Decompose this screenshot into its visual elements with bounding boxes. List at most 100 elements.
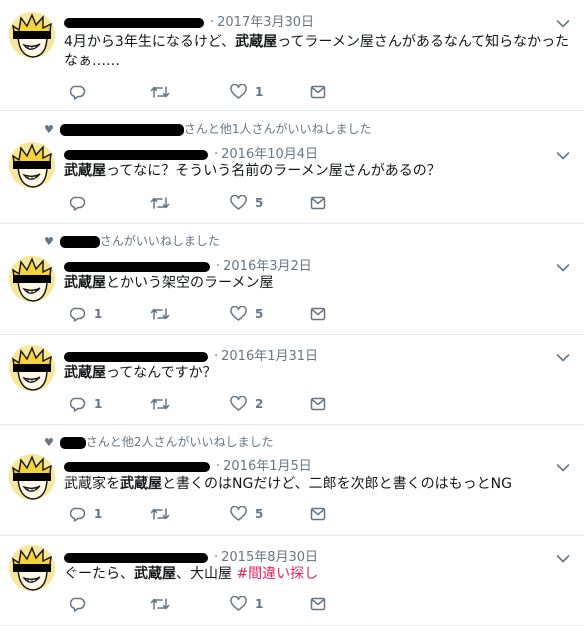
tweet-date[interactable]: 2016年1月5日 — [223, 459, 312, 474]
direct-message-button[interactable] — [310, 395, 326, 413]
chevron-down-icon[interactable] — [556, 348, 570, 362]
tweet-actions: 15 — [64, 305, 344, 323]
direct-message-button[interactable] — [310, 305, 326, 323]
tweet[interactable]: · 2016年1月31日 武蔵屋ってなんですか？ 1 2 — [0, 335, 584, 425]
redacted-user-name[interactable] — [64, 351, 208, 362]
like-button[interactable]: 5 — [230, 505, 263, 523]
retweet-button[interactable] — [150, 194, 170, 212]
highlighted-keyword: 武蔵屋 — [64, 163, 106, 179]
reply-icon — [70, 306, 86, 322]
direct-message-button[interactable] — [310, 505, 326, 523]
retweet-button[interactable] — [150, 395, 170, 413]
reply-button[interactable]: 1 — [70, 305, 102, 323]
redacted-user-name[interactable] — [64, 552, 208, 563]
reply-button[interactable] — [70, 595, 94, 613]
heart-icon — [230, 195, 247, 211]
redacted-user-name[interactable] — [64, 149, 208, 160]
direct-message-button[interactable] — [310, 83, 326, 101]
chevron-down-icon[interactable] — [556, 549, 570, 563]
like-button[interactable]: 5 — [230, 305, 263, 323]
like-button[interactable]: 1 — [230, 83, 263, 101]
chevron-down-icon[interactable] — [556, 14, 570, 28]
tweet[interactable]: ♥ さんと他1人さんがいいねしました · 2016年10月4日 武蔵屋ってなに？そういう… — [0, 111, 584, 224]
retweet-button[interactable] — [150, 595, 170, 613]
avatar[interactable] — [9, 142, 55, 188]
like-button[interactable]: 1 — [230, 595, 263, 613]
chevron-down-icon[interactable] — [556, 258, 570, 272]
redacted-user-name[interactable] — [64, 17, 204, 28]
tweet-header: · 2016年10月4日 — [64, 143, 318, 162]
retweet-icon — [150, 506, 170, 522]
reply-icon — [70, 506, 86, 522]
redacted-user-name[interactable] — [64, 461, 210, 472]
tweet-date[interactable]: 2016年3月2日 — [223, 259, 312, 274]
reply-button[interactable]: 1 — [70, 395, 102, 413]
reply-button[interactable]: 1 — [70, 505, 102, 523]
hashtag-link[interactable]: #間違い探し — [236, 566, 318, 582]
reply_count: 1 — [94, 397, 103, 411]
liked-heart-icon: ♥ — [44, 123, 54, 136]
tweet-header: · 2016年3月2日 — [64, 255, 312, 274]
like-button[interactable]: 2 — [230, 395, 263, 413]
retweet-icon — [150, 195, 170, 211]
retweet-icon — [150, 306, 170, 322]
tweet-text-segment: ってなに？そういう名前のラーメン屋さんがあるの？ — [106, 163, 441, 179]
separator-dot: · — [214, 147, 219, 162]
retweet-button[interactable] — [150, 305, 170, 323]
direct-message-button[interactable] — [310, 595, 326, 613]
tweet[interactable]: ♥ さんがいいねしました · 2016年3月2日 武蔵屋とかいう架空のラーメン屋 1 5 — [0, 224, 584, 335]
direct-message-button[interactable] — [310, 194, 326, 212]
tweet-date[interactable]: 2017年3月30日 — [217, 15, 314, 30]
reply-icon — [70, 396, 86, 412]
tweet-text-segment: 4月から3年生になるけど、 — [64, 34, 236, 50]
tweet-text: 武蔵家を武蔵屋と書くのはNGだけど、二郎を次郎と書くのはもっとNG — [64, 475, 574, 494]
avatar[interactable] — [9, 454, 55, 500]
tweet-date[interactable]: 2015年8月30日 — [221, 550, 318, 565]
avatar[interactable] — [9, 256, 55, 302]
tweet-text-segment: 武蔵家を — [64, 476, 120, 492]
redacted-user-name[interactable] — [64, 261, 210, 272]
like-context: ♥ さんと他1人さんがいいねしました — [44, 120, 372, 137]
retweet-icon — [150, 84, 170, 100]
separator-dot: · — [216, 259, 221, 274]
tweet-header: · 2016年1月31日 — [64, 345, 318, 364]
tweet[interactable]: · 2017年3月30日 4月から3年生になるけど、武蔵屋ってラーメン屋さんがあるな… — [0, 0, 584, 111]
tweet-actions: 15 — [64, 505, 344, 523]
like_count: 5 — [255, 307, 264, 321]
heart-icon — [230, 396, 247, 412]
avatar[interactable] — [9, 545, 55, 591]
retweet-icon — [150, 596, 170, 612]
tweet-actions: 12 — [64, 395, 344, 413]
tweet-text-segment: ってラーメン屋さんがあるなんて知らなかった — [277, 34, 570, 50]
tweet-text: 武蔵屋ってなんですか？ — [64, 364, 574, 383]
retweet-button[interactable] — [150, 83, 170, 101]
tweet-header: · 2016年1月5日 — [64, 455, 312, 474]
separator-dot: · — [214, 349, 219, 364]
chevron-down-icon[interactable] — [556, 146, 570, 160]
like_count: 5 — [255, 507, 264, 521]
tweet-text-segment: ってなんですか？ — [106, 365, 217, 381]
retweet-icon — [150, 396, 170, 412]
liked-heart-icon: ♥ — [44, 235, 54, 248]
avatar[interactable] — [9, 345, 55, 391]
reply-button[interactable] — [70, 194, 94, 212]
chevron-down-icon[interactable] — [556, 458, 570, 472]
tweet[interactable]: ♥ さんと他2人さんがいいねしました · 2016年1月5日 武蔵家を武蔵屋と書くのはN… — [0, 425, 584, 536]
redacted-liker-names — [59, 235, 100, 248]
retweet-button[interactable] — [150, 505, 170, 523]
avatar[interactable] — [9, 12, 55, 58]
reply-icon — [70, 596, 86, 612]
tweet[interactable]: · 2015年8月30日 ぐーたら、武蔵屋、大山屋 #間違い探し 1 — [0, 536, 584, 626]
envelope-icon — [310, 597, 326, 611]
tweet-date[interactable]: 2016年1月31日 — [221, 349, 318, 364]
tweet-text: 4月から3年生になるけど、武蔵屋ってラーメン屋さんがあるなんて知らなかった — [64, 33, 574, 52]
tweet-text-segment: ぐーたら、 — [64, 566, 134, 582]
envelope-icon — [310, 397, 326, 411]
tweet-date[interactable]: 2016年10月4日 — [221, 147, 318, 162]
envelope-icon — [310, 196, 326, 210]
reply-button[interactable] — [70, 83, 94, 101]
tweet-header: · 2015年8月30日 — [64, 546, 318, 565]
like-button[interactable]: 5 — [230, 194, 263, 212]
separator-dot: · — [216, 459, 221, 474]
like-context: ♥ さんと他2人さんがいいねしました — [44, 433, 274, 450]
